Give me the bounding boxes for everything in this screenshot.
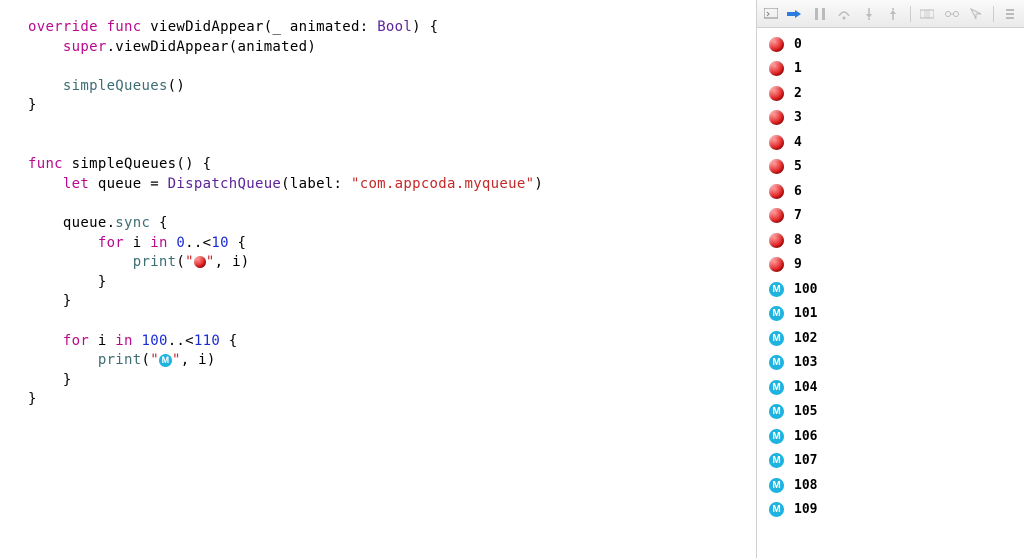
step-out-icon[interactable]	[885, 6, 900, 22]
blue-circle-icon: M	[769, 453, 784, 468]
debug-view-icon[interactable]	[920, 6, 935, 22]
code-line: print("", i)	[28, 253, 746, 273]
output-value: 3	[794, 110, 802, 125]
code-line: for i in 0..<10 {	[28, 234, 746, 254]
output-row: M 106	[769, 424, 1024, 449]
code-line: }	[28, 292, 746, 312]
output-row: 1	[769, 57, 1024, 82]
toolbar-separator	[910, 6, 911, 22]
output-value: 109	[794, 502, 817, 517]
debug-panel: 0123456789M100M101M102M103M104M105M106M1…	[756, 0, 1024, 558]
output-row: M 101	[769, 302, 1024, 327]
code-line	[28, 312, 746, 332]
code-line: }	[28, 273, 746, 293]
code-editor[interactable]: override func viewDidAppear(_ animated: …	[0, 0, 756, 558]
output-row: 6	[769, 179, 1024, 204]
code-line: }	[28, 371, 746, 391]
blue-circle-icon: M	[159, 354, 172, 367]
pause-icon[interactable]	[812, 6, 827, 22]
output-value: 6	[794, 184, 802, 199]
code-line	[28, 136, 746, 156]
blue-circle-icon: M	[769, 404, 784, 419]
code-line	[28, 194, 746, 214]
code-line	[28, 116, 746, 136]
output-value: 100	[794, 282, 817, 297]
output-row: M 107	[769, 449, 1024, 474]
red-circle-icon	[769, 86, 784, 101]
output-value: 1	[794, 61, 802, 76]
red-circle-icon	[769, 184, 784, 199]
output-row: M 100	[769, 277, 1024, 302]
code-line: }	[28, 96, 746, 116]
blue-circle-icon: M	[769, 478, 784, 493]
step-in-icon[interactable]	[861, 6, 876, 22]
output-value: 106	[794, 429, 817, 444]
code-line: simpleQueues()	[28, 77, 746, 97]
output-row: M 103	[769, 351, 1024, 376]
output-value: 104	[794, 380, 817, 395]
output-value: 8	[794, 233, 802, 248]
output-row: M 109	[769, 498, 1024, 523]
output-value: 9	[794, 257, 802, 272]
blue-circle-icon: M	[769, 331, 784, 346]
red-circle-icon	[769, 61, 784, 76]
red-circle-icon	[769, 233, 784, 248]
output-row: 9	[769, 253, 1024, 278]
code-line: override func viewDidAppear(_ animated: …	[28, 18, 746, 38]
debug-output[interactable]: 0123456789M100M101M102M103M104M105M106M1…	[757, 28, 1024, 558]
output-row: M 104	[769, 375, 1024, 400]
debug-toolbar	[757, 0, 1024, 28]
blue-circle-icon: M	[769, 502, 784, 517]
output-value: 105	[794, 404, 817, 419]
red-circle-icon	[769, 110, 784, 125]
code-line: func simpleQueues() {	[28, 155, 746, 175]
red-circle-icon	[194, 256, 206, 268]
output-value: 4	[794, 135, 802, 150]
code-line: for i in 100..<110 {	[28, 332, 746, 352]
red-circle-icon	[769, 257, 784, 272]
red-circle-icon	[769, 159, 784, 174]
stack-icon[interactable]	[1003, 6, 1018, 22]
output-value: 2	[794, 86, 802, 101]
output-row: 4	[769, 130, 1024, 155]
output-value: 5	[794, 159, 802, 174]
output-row: M 108	[769, 473, 1024, 498]
code-line: }	[28, 390, 746, 410]
code-line: queue.sync {	[28, 214, 746, 234]
location-icon[interactable]	[968, 6, 983, 22]
output-row: 7	[769, 204, 1024, 229]
output-value: 103	[794, 355, 817, 370]
blue-circle-icon: M	[769, 429, 784, 444]
memory-icon[interactable]	[944, 6, 959, 22]
output-row: M 105	[769, 400, 1024, 425]
output-row: 0	[769, 32, 1024, 57]
blue-circle-icon: M	[769, 306, 784, 321]
output-row: 8	[769, 228, 1024, 253]
red-circle-icon	[769, 37, 784, 52]
blue-circle-icon: M	[769, 380, 784, 395]
output-value: 107	[794, 453, 817, 468]
toolbar-separator	[993, 6, 994, 22]
continue-icon[interactable]	[787, 6, 803, 22]
output-row: 2	[769, 81, 1024, 106]
output-row: 5	[769, 155, 1024, 180]
output-value: 101	[794, 306, 817, 321]
code-line: print("M", i)	[28, 351, 746, 371]
code-line: super.viewDidAppear(animated)	[28, 38, 746, 58]
blue-circle-icon: M	[769, 355, 784, 370]
output-value: 102	[794, 331, 817, 346]
red-circle-icon	[769, 208, 784, 223]
code-line: let queue = DispatchQueue(label: "com.ap…	[28, 175, 746, 195]
output-value: 0	[794, 37, 802, 52]
output-row: 3	[769, 106, 1024, 131]
red-circle-icon	[769, 135, 784, 150]
step-over-icon[interactable]	[837, 6, 852, 22]
toggle-debug-icon[interactable]	[763, 6, 778, 22]
code-line	[28, 57, 746, 77]
output-row: M 102	[769, 326, 1024, 351]
blue-circle-icon: M	[769, 282, 784, 297]
output-value: 7	[794, 208, 802, 223]
output-value: 108	[794, 478, 817, 493]
